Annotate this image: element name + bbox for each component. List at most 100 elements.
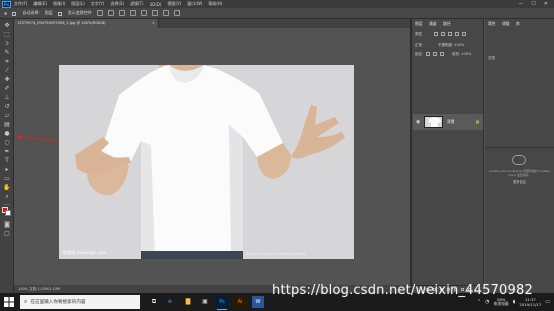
properties-panel: 属性 调整 库 文档 Creative Cloud Libraries 需要有效… [485,19,554,293]
auto-select-checkbox[interactable] [12,11,17,16]
menu-3d[interactable]: 3D(D) [150,2,162,7]
document-tab[interactable]: 13379974_094750597006_2.jpg @ 100%(RGB/8… [14,19,159,28]
filter-pixel-icon[interactable] [434,32,438,36]
layer-row-background[interactable]: ◉ 背景 🔒 [413,114,483,130]
menu-file[interactable]: 文件(F) [14,1,27,7]
brush-tool-icon[interactable]: ✐ [3,85,11,93]
image-watermark-left: 昵图网 www.nipic.com [63,250,107,255]
tools-panel: ✥ ⬚ ↄ ✎ ⌗ ⁄ ✚ ✐ ⊥ ↺ ▱ ▤ ● ○ ✒ T ▸ ▭ ✋ ⌕ … [0,19,14,293]
photoshop-taskbar-icon[interactable]: Ps [216,296,228,310]
align-right-icon[interactable] [118,10,125,16]
marquee-tool-icon[interactable]: ⬚ [3,31,11,39]
quick-mask-icon[interactable]: ◙ [3,221,11,229]
visibility-eye-icon[interactable]: ◉ [416,119,420,125]
blend-mode-dropdown[interactable]: 正常 [415,43,422,48]
window-controls: — ☐ ✕ [518,1,548,7]
menu-window[interactable]: 窗口(W) [187,1,202,7]
tab-properties[interactable]: 属性 [488,21,496,27]
align-left-icon[interactable] [96,10,103,16]
healing-brush-tool-icon[interactable]: ✚ [3,76,11,84]
illustrator-taskbar-icon[interactable]: Ai [234,296,246,308]
document-tabs: 13379974_094750597006_2.jpg @ 100%(RGB/8… [14,19,410,28]
align-middle-icon[interactable] [140,10,147,16]
notification-icon[interactable]: ▭ [545,299,550,305]
taskbar-clock[interactable]: 11:37 2019/11/17 [519,297,541,307]
network-icon[interactable]: ◔ [485,299,489,305]
layer-thumbnail-image [425,117,442,127]
quick-select-tool-icon[interactable]: ✎ [3,49,11,57]
layer-filter-kind[interactable]: 类型 [415,32,422,37]
filter-shape-icon[interactable] [455,32,459,36]
chevron-up-icon[interactable]: ⌃ [477,299,481,305]
taskbar-search-input[interactable]: ⌕ 在这里输入你要搜索的内容 [20,295,140,309]
task-view-icon[interactable]: ⧉ [148,296,160,308]
lock-pixels-icon[interactable] [426,52,430,56]
file-explorer-icon[interactable]: ▇ [182,296,194,308]
minimize-button[interactable]: — [518,1,523,7]
type-tool-icon[interactable]: T [3,157,11,165]
filter-adjust-icon[interactable] [441,32,445,36]
lock-position-icon[interactable] [433,52,437,56]
menu-edit[interactable]: 编辑(E) [33,1,47,7]
eraser-tool-icon[interactable]: ▱ [3,112,11,120]
show-transform-label: 显示变换控件 [67,10,92,15]
tab-adjustments[interactable]: 调整 [502,21,510,27]
align-bottom-icon[interactable] [151,10,158,16]
filter-type-icon[interactable] [448,32,452,36]
lasso-tool-icon[interactable]: ↄ [3,40,11,48]
volume-icon[interactable]: ◖ [513,299,516,305]
menu-help[interactable]: 帮助(H) [208,1,222,7]
move-tool-icon[interactable]: ✥ [3,22,11,30]
crop-tool-icon[interactable]: ⌗ [3,58,11,66]
menu-image[interactable]: 图像(I) [53,1,65,7]
screen-mode-icon[interactable]: ▢ [3,230,11,238]
3d-mode-icon[interactable] [173,10,180,16]
filter-smart-icon[interactable] [462,32,466,36]
document-tab-title: 13379974_094750597006_2.jpg @ 100%(RGB/8… [17,21,106,25]
lock-all-icon[interactable] [440,52,444,56]
close-button[interactable]: ✕ [544,1,548,7]
path-select-tool-icon[interactable]: ▸ [3,166,11,174]
opacity-field[interactable]: 不透明度: 100% [438,43,464,48]
background-color-swatch[interactable] [5,210,11,216]
search-icon: ⌕ [24,298,28,305]
tab-paths[interactable]: 路径 [443,21,451,27]
menu-select[interactable]: 选择(S) [110,1,124,7]
layers-panel: 图层 通道 路径 类型 正常 不透明度: 100% 锁定: 填充: 100% ◉… [412,19,484,293]
windows-start-icon[interactable] [4,297,14,307]
hand-tool-icon[interactable]: ✋ [3,184,11,192]
word-taskbar-icon[interactable]: W [252,296,264,308]
tab-layers[interactable]: 图层 [415,21,423,27]
gradient-tool-icon[interactable]: ▤ [3,121,11,129]
edge-browser-icon[interactable]: e [164,296,176,308]
shape-tool-icon[interactable]: ▭ [3,175,11,183]
battery-status[interactable]: 56% 电池电量 [494,298,509,306]
auto-select-label: 自动选择: [22,10,40,15]
history-brush-tool-icon[interactable]: ↺ [3,103,11,111]
pen-tool-icon[interactable]: ✒ [3,148,11,156]
layer-lock-icon: 🔒 [475,119,480,124]
menu-filter[interactable]: 滤镜(T) [130,1,144,7]
document-image[interactable] [59,65,354,259]
align-center-icon[interactable] [107,10,114,16]
dodge-tool-icon[interactable]: ○ [3,139,11,147]
maximize-button[interactable]: ☐ [531,1,535,7]
library-more-info-link[interactable]: 更多信息 [487,179,552,184]
distribute-icon[interactable] [162,10,169,16]
fill-field[interactable]: 填充: 100% [452,52,471,57]
tab-channels[interactable]: 通道 [429,21,437,27]
blur-tool-icon[interactable]: ● [3,130,11,138]
move-tool-icon[interactable]: ✥ [4,11,7,16]
auto-select-dropdown[interactable]: 图层 [45,10,53,16]
menu-layer[interactable]: 图层(L) [71,1,84,7]
show-transform-checkbox[interactable] [57,11,63,16]
menu-type[interactable]: 文字(Y) [91,1,105,7]
close-tab-icon[interactable]: × [152,19,155,28]
align-top-icon[interactable] [129,10,136,16]
eyedropper-tool-icon[interactable]: ⁄ [3,67,11,75]
tab-libraries[interactable]: 库 [516,21,520,27]
store-icon[interactable]: ▣ [199,296,211,308]
menu-view[interactable]: 视图(V) [167,1,181,7]
clone-stamp-tool-icon[interactable]: ⊥ [3,94,11,102]
lock-icons [426,52,444,56]
